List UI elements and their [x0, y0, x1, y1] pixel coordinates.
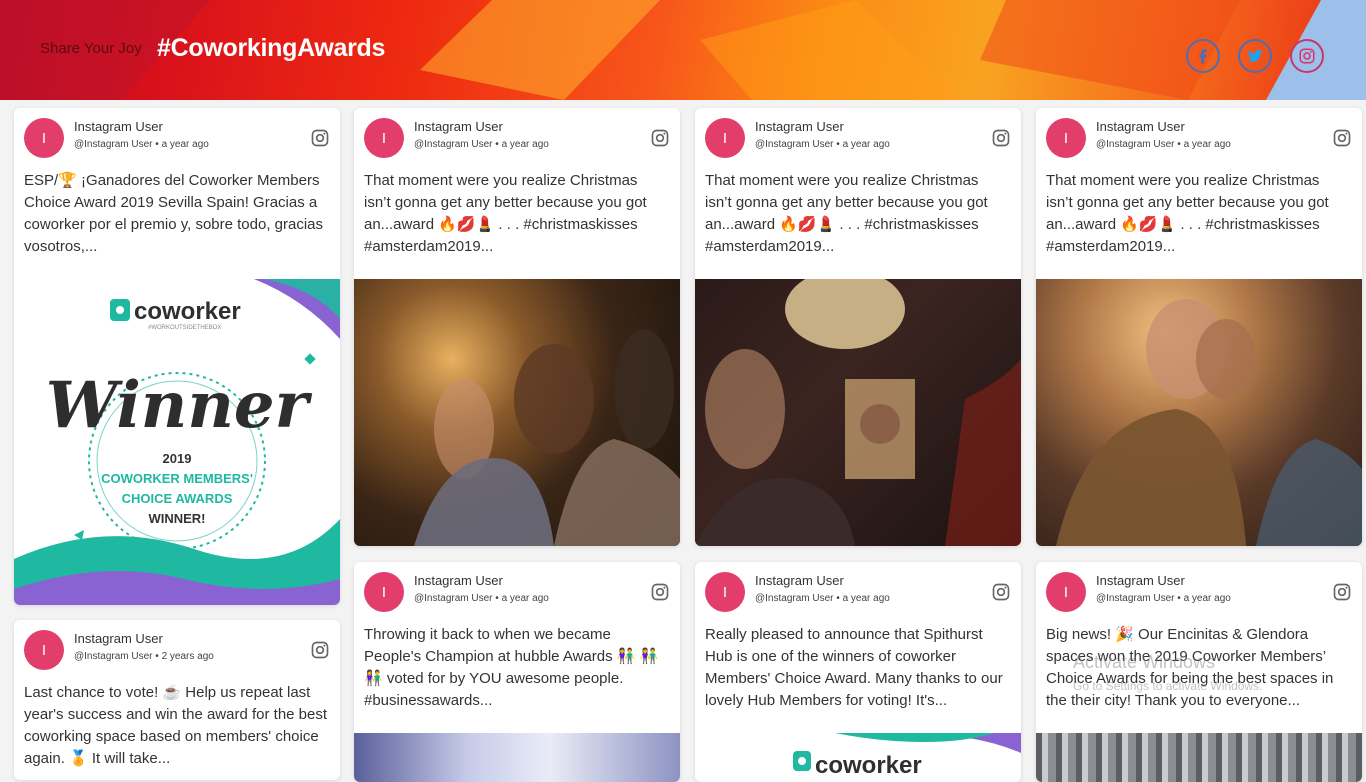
username[interactable]: Instagram User — [414, 119, 503, 134]
post-text: ESP/🏆 ¡Ganadores del Coworker Members Ch… — [24, 172, 324, 255]
post-meta: @Instagram User • a year ago — [414, 139, 549, 150]
twitter-icon — [1247, 49, 1263, 62]
post-image[interactable] — [1036, 733, 1362, 782]
avatar[interactable]: I — [1046, 572, 1086, 612]
winner-line1: COWORKER MEMBERS' — [101, 471, 253, 486]
instagram-icon[interactable] — [650, 582, 670, 602]
post-meta: @Instagram User • 2 years ago — [74, 651, 214, 662]
avatar[interactable]: I — [364, 118, 404, 158]
post-image[interactable] — [1036, 279, 1362, 546]
post-card[interactable]: I Instagram User @Instagram User • a yea… — [354, 108, 680, 546]
winner-line3: WINNER! — [148, 511, 205, 526]
banner-facet — [420, 0, 660, 100]
post-text: Throwing it back to when we became Peopl… — [364, 626, 659, 709]
instagram-icon[interactable] — [310, 640, 330, 660]
header-banner: Share Your Joy #CoworkingAwards — [0, 0, 1366, 100]
post-image[interactable] — [354, 279, 680, 546]
post-card[interactable]: I Instagram User @Instagram User • a yea… — [14, 108, 340, 605]
windows-activation-title: Activate Windows — [1073, 652, 1216, 672]
instagram-icon[interactable] — [991, 128, 1011, 148]
avatar[interactable]: I — [705, 118, 745, 158]
coworker-logo-text: coworker — [134, 298, 241, 325]
post-text: That moment were you realize Christmas i… — [1046, 172, 1329, 255]
instagram-button[interactable] — [1290, 39, 1324, 73]
winner-graphic: coworker #WORKOUTSIDETHEBOX Winner 2019 … — [14, 279, 340, 605]
instagram-icon[interactable] — [1332, 128, 1352, 148]
party-photo — [414, 329, 680, 546]
post-meta: @Instagram User • a year ago — [1096, 593, 1231, 604]
instagram-icon[interactable] — [1332, 582, 1352, 602]
avatar[interactable]: I — [24, 630, 64, 670]
username[interactable]: Instagram User — [74, 119, 163, 134]
winner-line2: CHOICE AWARDS — [122, 491, 233, 506]
post-text: That moment were you realize Christmas i… — [705, 172, 988, 255]
username[interactable]: Instagram User — [755, 119, 844, 134]
avatar[interactable]: I — [364, 572, 404, 612]
coworker-logo-text: coworker — [815, 752, 922, 779]
post-card[interactable]: I Instagram User @Instagram User • a yea… — [354, 562, 680, 782]
post-text: That moment were you realize Christmas i… — [364, 172, 647, 255]
winner-year: 2019 — [163, 451, 192, 466]
post-meta: @Instagram User • a year ago — [755, 593, 890, 604]
post-text: Last chance to vote! ☕ Help us repeat la… — [24, 684, 328, 767]
username[interactable]: Instagram User — [1096, 573, 1185, 588]
share-label: Share Your Joy — [40, 40, 142, 57]
post-text: Really pleased to announce that Spithurs… — [705, 626, 1003, 709]
post-card[interactable]: I Instagram User @Instagram User • a yea… — [695, 108, 1021, 546]
party-photo — [695, 269, 1021, 546]
post-meta: @Instagram User • a year ago — [1096, 139, 1231, 150]
instagram-icon[interactable] — [310, 128, 330, 148]
banner-facet — [700, 0, 960, 100]
post-meta: @Instagram User • a year ago — [755, 139, 890, 150]
winner-headline: Winner — [46, 368, 313, 443]
instagram-icon[interactable] — [650, 128, 670, 148]
avatar[interactable]: I — [1046, 118, 1086, 158]
username[interactable]: Instagram User — [74, 631, 163, 646]
username[interactable]: Instagram User — [414, 573, 503, 588]
instagram-icon[interactable] — [991, 582, 1011, 602]
post-image[interactable]: coworker #WORKOUTSIDETHEBOX Winner 2019 … — [14, 279, 340, 605]
instagram-icon — [1299, 48, 1315, 64]
facebook-icon — [1199, 49, 1207, 64]
post-image[interactable] — [354, 733, 680, 782]
post-image[interactable] — [695, 269, 1021, 546]
facebook-button[interactable] — [1186, 39, 1220, 73]
post-meta: @Instagram User • a year ago — [74, 139, 209, 150]
coworker-graphic: coworker — [793, 733, 1021, 779]
post-card[interactable]: I Instagram User @Instagram User • 2 yea… — [14, 620, 340, 780]
post-meta: @Instagram User • a year ago — [414, 593, 549, 604]
party-photo — [1056, 299, 1362, 546]
coworker-tagline: #WORKOUTSIDETHEBOX — [148, 325, 221, 331]
post-image[interactable]: coworker — [695, 733, 1021, 782]
avatar[interactable]: I — [705, 572, 745, 612]
username[interactable]: Instagram User — [1096, 119, 1185, 134]
twitter-button[interactable] — [1238, 39, 1272, 73]
hashtag-title: #CoworkingAwards — [157, 34, 386, 62]
post-card[interactable]: I Instagram User @Instagram User • a yea… — [1036, 108, 1362, 546]
username[interactable]: Instagram User — [755, 573, 844, 588]
avatar[interactable]: I — [24, 118, 64, 158]
windows-activation-subtitle: Go to Settings to activate Windows. — [1073, 679, 1263, 693]
post-card[interactable]: I Instagram User @Instagram User • a yea… — [695, 562, 1021, 782]
